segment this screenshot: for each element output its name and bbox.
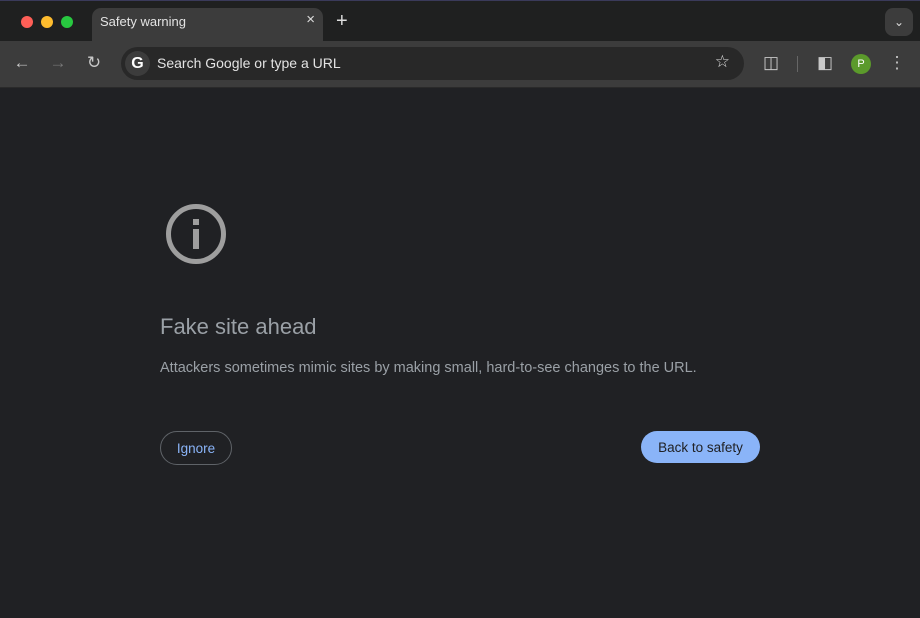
new-tab-button[interactable]: + [336,10,348,33]
more-menu-icon[interactable]: ⋮ [886,53,908,73]
forward-arrow-icon[interactable]: → [47,53,69,73]
extensions-puzzle-icon[interactable]: ◫ [760,53,782,73]
omnibox[interactable]: G Search Google or type a URL ☆ [121,47,744,80]
omnibox-input[interactable]: Search Google or type a URL [157,55,341,71]
title-bar: Safety warning × + ⌄ [0,0,920,43]
reload-icon[interactable]: ↻ [83,53,105,73]
toolbar-divider [797,56,798,72]
profile-avatar[interactable]: P [851,54,871,74]
warning-description: Attackers sometimes mimic sites by makin… [160,360,697,376]
close-tab-icon[interactable]: × [306,11,315,28]
toolbar: ← → ↻ G Search Google or type a URL ☆ ◫ … [0,41,920,88]
back-to-safety-button[interactable]: Back to safety [641,431,760,463]
page-title: Fake site ahead [160,314,317,339]
bookmark-star-icon[interactable]: ☆ [715,52,730,72]
google-icon: G [125,51,150,76]
tab-search-chevron-down-icon[interactable]: ⌄ [885,8,913,36]
close-window-button[interactable] [21,16,33,28]
info-icon [166,204,226,264]
ignore-button[interactable]: Ignore [160,431,232,465]
zoom-window-button[interactable] [61,16,73,28]
side-panel-icon[interactable]: ◧ [814,53,836,73]
minimize-window-button[interactable] [41,16,53,28]
tab-safety-warning[interactable]: Safety warning × [92,8,323,43]
interstitial-content: Fake site ahead Attackers sometimes mimi… [0,88,920,618]
tab-title: Safety warning [100,14,186,29]
back-arrow-icon[interactable]: ← [11,53,33,73]
